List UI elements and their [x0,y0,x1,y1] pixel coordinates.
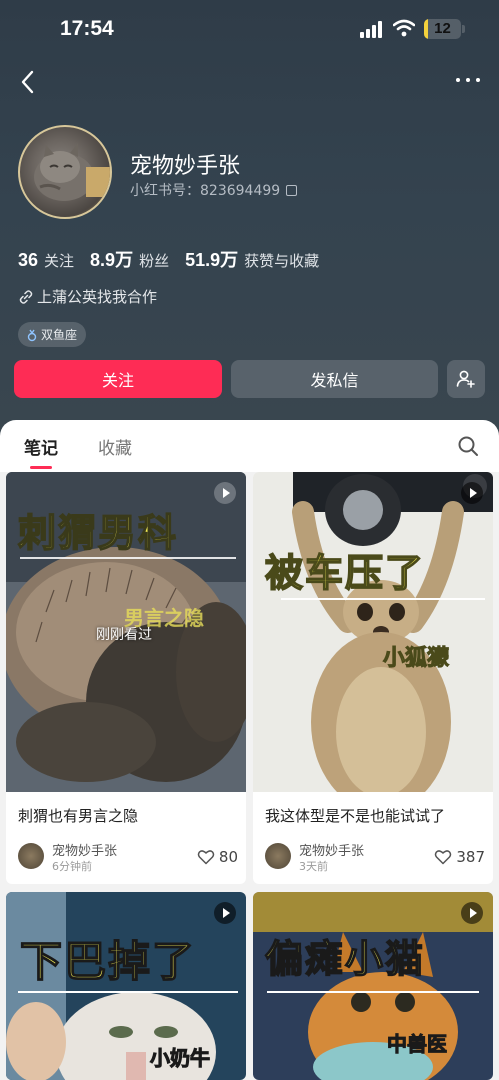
add-user-icon [456,370,475,388]
back-button[interactable] [14,66,44,98]
add-friend-button[interactable] [447,360,485,398]
note-cover[interactable]: 下巴掉了 小奶牛 [6,892,246,1080]
zodiac-tag-label: 双鱼座 [41,328,78,342]
copy-icon[interactable] [286,184,298,196]
author-avatar[interactable] [265,843,291,869]
follow-button[interactable]: 关注 [14,360,222,398]
note-title: 我这体型是不是也能试试了 [265,807,446,825]
stat-followers-count: 8.9万 [90,250,134,270]
pisces-icon [27,329,37,341]
kitten-cover-image [253,892,493,1080]
content-panel: 笔记 收藏 刺猬男科 男言之隐 刚刚看过 刺猬也有男言之隐 宠物妙手张 6分钟前… [0,420,499,1080]
heart-icon [197,850,215,865]
link-icon [19,289,33,304]
note-time: 6分钟前 [52,860,92,873]
bio-text: 上蒲公英找我合作 [37,288,158,306]
tab-collect[interactable]: 收藏 [98,434,132,459]
cover-subtitle: 小狐獴 [382,646,450,672]
stat-likes-collects[interactable]: 51.9万 获赞与收藏 [185,246,319,272]
message-button[interactable]: 发私信 [231,360,438,398]
like-button[interactable]: 387 [434,848,485,866]
like-button[interactable]: 80 [197,848,238,866]
like-count: 387 [456,848,485,866]
video-play-icon [214,482,236,504]
note-author-row: 宠物妙手张 6分钟前 80 [18,840,238,874]
notes-feed: 刺猬男科 男言之隐 刚刚看过 刺猬也有男言之隐 宠物妙手张 6分钟前 80 被车… [0,472,499,1080]
note-card[interactable]: 偏瘫小猫 中兽医 [253,892,493,1080]
redid-row[interactable]: 小红书号：823694499 [130,180,298,200]
note-card[interactable]: 被车压了 小狐獴 我这体型是不是也能试试了 宠物妙手张 3天前 387 [253,472,493,884]
status-bar: 17:54 12 [0,0,499,60]
video-play-icon [461,482,483,504]
stat-likes-label: 获赞与收藏 [244,252,320,270]
battery-level: 12 [434,20,451,37]
profile-stats: 36 关注 8.9万 粉丝 51.9万 获赞与收藏 [18,246,319,272]
stat-following-label: 关注 [44,252,75,270]
author-name[interactable]: 宠物妙手张 [299,840,364,859]
video-play-icon [461,902,483,924]
cover-subtitle: 小奶牛 [150,1046,211,1071]
like-count: 80 [218,848,238,866]
stat-following[interactable]: 36 关注 [18,250,74,271]
status-time: 17:54 [60,17,114,40]
avatar[interactable] [18,125,112,219]
note-card[interactable]: 刺猬男科 男言之隐 刚刚看过 刺猬也有男言之隐 宠物妙手张 6分钟前 80 [6,472,246,884]
tab-notes[interactable]: 笔记 [24,434,58,469]
meerkat-cover-image [253,472,493,792]
recently-viewed-label: 刚刚看过 [96,627,152,643]
bio-link[interactable]: 上蒲公英找我合作 [18,286,157,307]
battery-icon: 12 [424,19,461,39]
stat-followers[interactable]: 8.9万 粉丝 [90,246,169,272]
note-cover[interactable]: 刺猬男科 男言之隐 刚刚看过 [6,472,246,792]
search-icon[interactable] [456,434,480,458]
stat-likes-count: 51.9万 [185,250,239,270]
note-title: 刺猬也有男言之隐 [18,807,139,825]
note-time: 3天前 [299,860,328,873]
battery-cap [462,25,465,33]
heart-icon [435,850,452,865]
wifi-icon [393,19,415,37]
redid-text: 小红书号：823694499 [130,183,281,199]
note-author-row: 宠物妙手张 3天前 387 [265,840,485,874]
cat-avatar-image [34,143,110,201]
signal-icon [360,21,384,38]
stat-following-count: 36 [18,250,39,270]
note-card[interactable]: 下巴掉了 小奶牛 [6,892,246,1080]
video-play-icon [214,902,236,924]
cover-title: 刺猬男科 [17,510,179,556]
cover-title: 下巴掉了 [19,936,197,987]
author-name[interactable]: 宠物妙手张 [52,840,117,859]
more-options-button[interactable] [452,70,484,90]
zodiac-tag: 双鱼座 [18,322,87,347]
cover-title: 被车压了 [264,550,426,596]
note-cover[interactable]: 被车压了 小狐獴 [253,472,493,792]
cover-title: 偏瘫小猫 [264,936,426,982]
nickname: 宠物妙手张 [130,154,241,179]
content-tabs: 笔记 收藏 [0,420,499,469]
cover-subtitle: 中兽医 [387,1032,448,1057]
author-avatar[interactable] [18,843,44,869]
stat-followers-label: 粉丝 [139,252,170,270]
note-cover[interactable]: 偏瘫小猫 中兽医 [253,892,493,1080]
